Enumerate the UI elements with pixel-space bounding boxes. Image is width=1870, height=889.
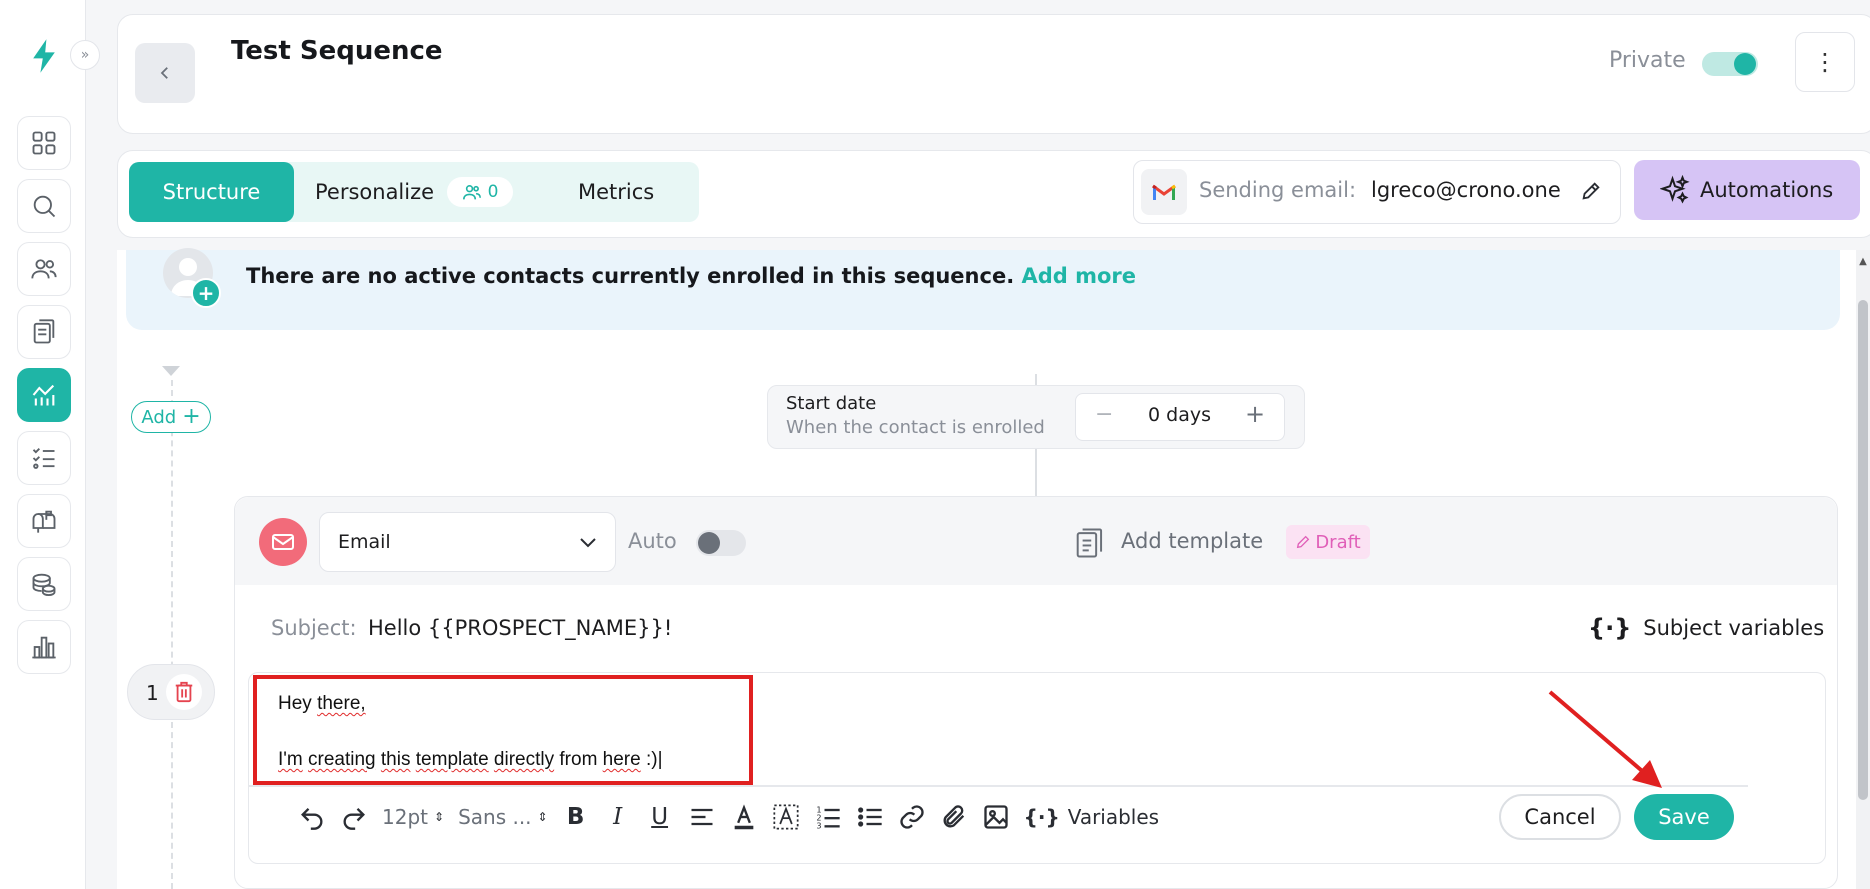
no-contacts-banner (126, 250, 1840, 330)
more-options-button[interactable]: ⋮ (1795, 32, 1855, 92)
contacts-users-icon[interactable] (17, 242, 71, 296)
bolt-icon[interactable] (24, 36, 64, 76)
gmail-icon (1141, 169, 1187, 215)
days-value: 0 days (1148, 404, 1211, 426)
automations-button[interactable]: Automations (1634, 160, 1860, 220)
svg-text:3: 3 (816, 821, 821, 831)
annotation-arrow-icon (1548, 690, 1662, 788)
sending-email-value: lgreco@crono.one (1371, 178, 1561, 202)
increment-days-button[interactable]: + (1245, 400, 1265, 428)
add-step-label: Add (141, 406, 177, 428)
step-number: 1 (146, 681, 159, 705)
braces-icon: {·} (1023, 805, 1060, 829)
numbered-list-icon[interactable]: 123 (814, 803, 842, 831)
cancel-button[interactable]: Cancel (1499, 794, 1621, 840)
subject-variables-label: Subject variables (1643, 616, 1825, 640)
redo-icon[interactable] (340, 803, 368, 831)
link-icon[interactable] (898, 803, 926, 831)
chevron-down-icon (580, 538, 596, 548)
banner-message: There are no active contacts currently e… (246, 264, 1136, 288)
add-step-button[interactable]: Add + (131, 401, 211, 433)
variables-button[interactable]: {·} Variables (1024, 805, 1159, 829)
analytics-bar-icon[interactable] (17, 620, 71, 674)
timeline-line (171, 380, 173, 889)
trash-icon[interactable] (166, 674, 202, 710)
pencil-icon (1297, 535, 1310, 549)
font-family-select[interactable]: Sans ... ⇕ (458, 805, 548, 829)
subject-label: Subject: (271, 616, 357, 640)
private-label: Private (1609, 48, 1686, 73)
font-size-value: 12pt (382, 805, 428, 829)
auto-label: Auto (628, 529, 677, 553)
plus-icon: + (182, 404, 201, 429)
subject-variables-button[interactable]: {·} Subject variables (1588, 614, 1824, 642)
variables-label: Variables (1067, 805, 1160, 829)
step-type-value: Email (338, 531, 391, 553)
tasks-checklist-icon[interactable] (17, 431, 71, 485)
draft-label: Draft (1315, 531, 1361, 553)
italic-icon[interactable]: I (604, 804, 632, 830)
subject-input[interactable]: Hello {{PROSPECT_NAME}}! (368, 616, 672, 640)
page-title: Test Sequence (231, 36, 443, 66)
tab-metrics[interactable]: Metrics (578, 162, 654, 222)
align-left-icon[interactable] (688, 803, 716, 831)
automations-label: Automations (1700, 178, 1834, 202)
step-type-select[interactable]: Email (319, 512, 616, 572)
edit-pencil-icon[interactable] (1578, 178, 1604, 204)
dashboard-grid-icon[interactable] (17, 116, 71, 170)
sending-email-label: Sending email: (1199, 178, 1357, 202)
templates-icon[interactable] (17, 305, 71, 359)
sparkles-icon (1660, 175, 1690, 204)
tab-structure[interactable]: Structure (129, 162, 294, 222)
font-size-select[interactable]: 12pt ⇕ (382, 805, 444, 829)
search-icon[interactable] (17, 179, 71, 233)
decrement-days-button[interactable]: − (1095, 402, 1113, 427)
start-date-title: Start date (786, 393, 877, 414)
timeline-start-marker (162, 366, 180, 376)
underline-icon[interactable]: U (646, 804, 674, 830)
highlight-color-icon[interactable] (772, 803, 800, 831)
email-envelope-icon (259, 518, 307, 566)
template-icon[interactable] (1075, 526, 1105, 560)
expand-sidebar-button[interactable]: » (70, 40, 100, 70)
image-icon[interactable] (982, 803, 1010, 831)
add-more-link[interactable]: Add more (1021, 264, 1136, 288)
tab-personalize[interactable]: Personalize (315, 162, 434, 222)
back-button[interactable] (135, 43, 195, 103)
scrollbar-thumb[interactable] (1858, 300, 1868, 800)
draft-badge: Draft (1286, 525, 1370, 559)
deals-coins-icon[interactable] (17, 557, 71, 611)
scroll-up-arrow-icon[interactable]: ▲ (1856, 254, 1870, 268)
sequences-icon[interactable] (17, 368, 71, 422)
personalize-count-badge: 0 (447, 177, 513, 207)
text-color-icon[interactable] (730, 803, 758, 831)
bullet-list-icon[interactable] (856, 803, 884, 831)
editor-toolbar: 12pt ⇕ Sans ... ⇕ B I U 123 {·} Variable… (298, 799, 1159, 835)
annotation-highlight-box (253, 675, 753, 785)
undo-icon[interactable] (298, 803, 326, 831)
banner-text: There are no active contacts currently e… (246, 264, 1015, 288)
updown-icon: ⇕ (537, 810, 548, 824)
save-button[interactable]: Save (1634, 794, 1734, 840)
personalize-count: 0 (487, 182, 499, 202)
add-template-button[interactable]: Add template (1121, 529, 1263, 553)
mailbox-icon[interactable] (17, 494, 71, 548)
updown-icon: ⇕ (434, 810, 445, 824)
private-toggle[interactable] (1702, 52, 1758, 76)
users-icon (462, 185, 481, 200)
kebab-icon: ⋮ (1813, 48, 1837, 76)
header-card (117, 14, 1870, 134)
attachment-icon[interactable] (940, 803, 968, 831)
bold-icon[interactable]: B (562, 804, 590, 830)
connector-line (1035, 448, 1037, 496)
toolbar-divider (248, 785, 1748, 787)
add-contact-plus-icon[interactable]: + (191, 278, 221, 308)
font-family-value: Sans ... (458, 805, 532, 829)
braces-icon: {·} (1588, 614, 1632, 642)
auto-toggle[interactable] (696, 530, 746, 556)
start-date-subtitle: When the contact is enrolled (786, 417, 1045, 438)
